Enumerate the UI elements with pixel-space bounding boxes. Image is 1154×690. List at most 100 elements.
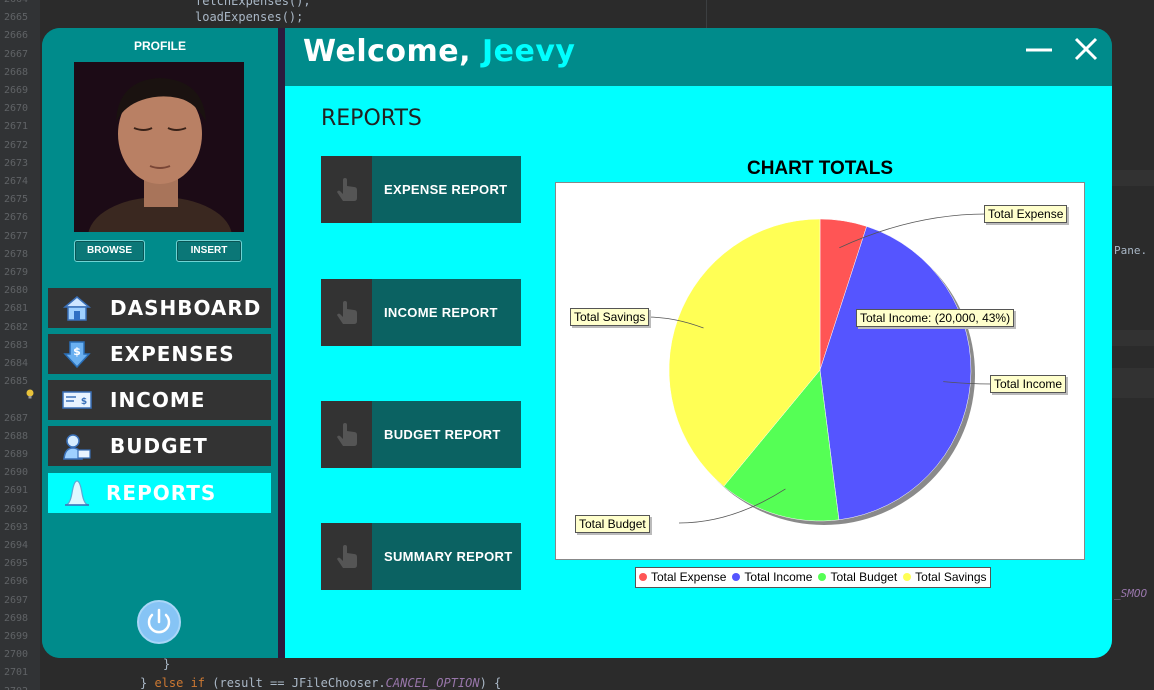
minimize-icon[interactable] bbox=[1025, 40, 1053, 60]
legend-item-income: Total Income bbox=[732, 568, 812, 587]
line-number: 2664 bbox=[4, 0, 28, 5]
line-number: 2670 bbox=[4, 103, 29, 115]
nav-expenses[interactable]: $ EXPENSES bbox=[48, 334, 271, 374]
code-line: } else if (result == JFileChooser.CANCEL… bbox=[140, 676, 502, 690]
ide-highlight-band bbox=[1112, 170, 1154, 186]
ide-highlight-band bbox=[1112, 330, 1154, 346]
line-number: 2689 bbox=[4, 449, 29, 460]
legend-item-savings: Total Savings bbox=[903, 568, 987, 587]
line-number: 2690 bbox=[4, 467, 29, 479]
summary-report-label: SUMMARY REPORT bbox=[384, 549, 513, 564]
line-number: 2673 bbox=[4, 157, 29, 169]
line-number: 2688 bbox=[4, 430, 29, 442]
summary-report-button[interactable]: SUMMARY REPORT bbox=[321, 523, 521, 590]
line-number: 2684 bbox=[4, 358, 29, 369]
cheque-icon: $ bbox=[62, 391, 92, 409]
expense-report-label: EXPENSE REPORT bbox=[384, 182, 508, 197]
profile-label: PROFILE bbox=[133, 39, 186, 53]
hand-pointer-icon bbox=[321, 523, 372, 590]
line-number: 2677 bbox=[4, 230, 29, 242]
dollar-down-icon: $ bbox=[63, 341, 91, 368]
nav-reports[interactable]: REPORTS bbox=[48, 473, 271, 513]
line-number: 2700 bbox=[4, 649, 29, 661]
code-line: loadExpenses(); bbox=[195, 10, 304, 24]
line-number: 2682 bbox=[4, 321, 29, 333]
code-line: fetchExpenses(); bbox=[195, 0, 311, 8]
line-number: 2694 bbox=[4, 540, 29, 551]
editor-separator bbox=[706, 0, 707, 30]
insert-button[interactable]: INSERT bbox=[176, 240, 242, 262]
line-number: 2691 bbox=[4, 485, 29, 497]
hand-pointer-icon bbox=[321, 401, 372, 468]
welcome-text: Welcome, Jeevy bbox=[303, 34, 576, 69]
nav-income-label: INCOME bbox=[110, 388, 206, 412]
line-number: 2685 bbox=[4, 376, 29, 388]
pie-label-savings: Total Savings bbox=[570, 308, 650, 326]
power-button[interactable] bbox=[137, 600, 181, 644]
line-number: 2696 bbox=[4, 576, 29, 588]
line-number: 2702 bbox=[4, 686, 28, 690]
svg-text:$: $ bbox=[73, 345, 81, 358]
app-window: PROFILE BROWSE INSERT DASHBOARD $ EXPENS… bbox=[42, 28, 1112, 658]
line-number: 2672 bbox=[4, 139, 29, 151]
line-number: 2697 bbox=[4, 594, 29, 606]
home-icon bbox=[62, 296, 92, 321]
line-number: 2687 bbox=[4, 412, 29, 424]
code-fragment: _SMOO bbox=[1114, 587, 1148, 600]
line-number: 2674 bbox=[4, 176, 29, 187]
code-fragment: Pane. bbox=[1114, 244, 1148, 257]
line-number: 2668 bbox=[4, 66, 29, 78]
legend-item-budget: Total Budget bbox=[818, 568, 897, 587]
chart-tooltip: Total Income: (20,000, 43%) bbox=[856, 309, 1015, 327]
nav-budget-label: BUDGET bbox=[110, 434, 208, 458]
legend-item-expense: Total Expense bbox=[639, 568, 726, 587]
line-number: 2675 bbox=[4, 194, 29, 206]
line-number: 2683 bbox=[4, 339, 29, 351]
svg-text:$: $ bbox=[81, 397, 87, 407]
power-icon bbox=[147, 608, 171, 634]
pie-label-budget: Total Budget bbox=[575, 515, 650, 533]
reports-panel: REPORTS EXPENSE REPORT INCOME REPORT BUD… bbox=[285, 86, 1112, 658]
header: Welcome, Jeevy bbox=[285, 28, 1112, 86]
hand-pointer-icon bbox=[321, 156, 372, 223]
income-report-button[interactable]: INCOME REPORT bbox=[321, 279, 521, 346]
reports-icon bbox=[64, 480, 90, 506]
lightbulb-icon[interactable] bbox=[25, 389, 35, 399]
person-desk-icon bbox=[63, 434, 91, 460]
sidebar-divider bbox=[278, 28, 285, 658]
nav-dashboard-label: DASHBOARD bbox=[110, 296, 262, 320]
user-name: Jeevy bbox=[482, 34, 576, 69]
nav-budget[interactable]: BUDGET bbox=[48, 426, 271, 466]
pie-label-income: Total Income bbox=[990, 375, 1067, 393]
line-number: 2671 bbox=[4, 121, 29, 133]
hand-pointer-icon bbox=[321, 279, 372, 346]
nav-dashboard[interactable]: DASHBOARD bbox=[48, 288, 271, 328]
line-number: 2667 bbox=[4, 48, 29, 60]
browse-button[interactable]: BROWSE bbox=[74, 240, 145, 262]
line-number: 2699 bbox=[4, 631, 29, 642]
budget-report-label: BUDGET REPORT bbox=[384, 427, 501, 442]
sidebar: PROFILE BROWSE INSERT DASHBOARD $ EXPENS… bbox=[42, 28, 278, 658]
line-number: 2679 bbox=[4, 267, 29, 278]
expense-report-button[interactable]: EXPENSE REPORT bbox=[321, 156, 521, 223]
nav-expenses-label: EXPENSES bbox=[110, 342, 235, 366]
pie-chart: Total Expense Total Income Total Budget … bbox=[555, 182, 1085, 560]
code-line: } bbox=[163, 657, 171, 671]
line-number: 2666 bbox=[4, 30, 29, 42]
chart-title: CHART TOTALS bbox=[746, 158, 893, 179]
budget-report-button[interactable]: BUDGET REPORT bbox=[321, 401, 521, 468]
nav-reports-label: REPORTS bbox=[106, 481, 217, 505]
nav-income[interactable]: $ INCOME bbox=[48, 380, 271, 420]
line-number-gutter: 2664 2665 2666 2667 2668 2669 2670 2671 2672 2673… bbox=[0, 0, 40, 690]
line-number: 2692 bbox=[4, 503, 29, 515]
pie-chart-canvas bbox=[645, 213, 993, 525]
line-number: 2698 bbox=[4, 612, 29, 624]
close-icon[interactable] bbox=[1073, 36, 1099, 62]
chart-legend: Total Expense Total Income Total Budget Tot… bbox=[635, 567, 991, 588]
line-number: 2678 bbox=[4, 248, 29, 260]
income-report-label: INCOME REPORT bbox=[384, 305, 498, 320]
line-number: 2665 bbox=[4, 12, 29, 24]
ide-highlight-band bbox=[1112, 368, 1154, 398]
line-number: 2695 bbox=[4, 558, 29, 570]
line-number: 2680 bbox=[4, 285, 29, 297]
